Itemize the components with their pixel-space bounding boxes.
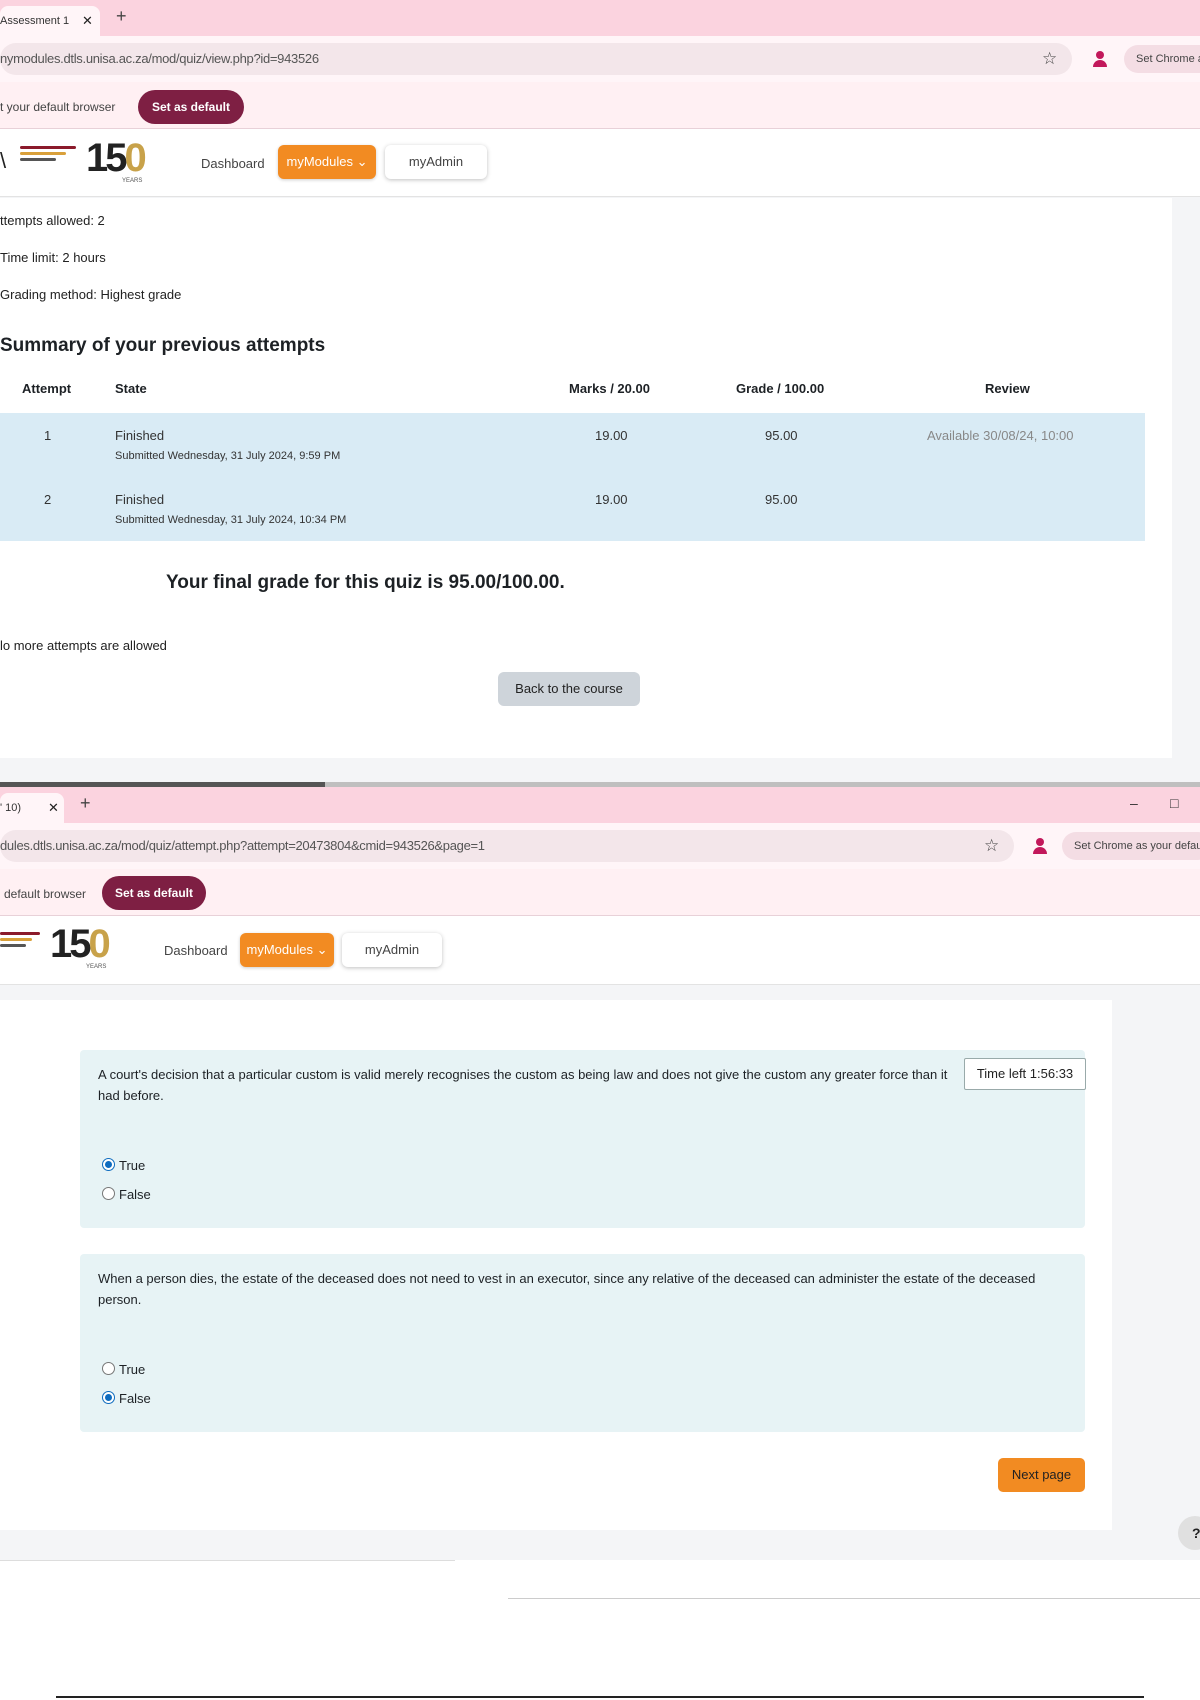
back-to-course-button[interactable]: Back to the course	[498, 672, 640, 706]
close-icon[interactable]: ✕	[48, 800, 59, 816]
radio-empty-icon[interactable]	[102, 1362, 115, 1375]
set-chrome-label: Set Chrome a	[1136, 53, 1200, 65]
close-icon[interactable]: ✕	[82, 13, 93, 29]
question-text: When a person dies, the estate of the de…	[98, 1271, 1036, 1307]
attempt-grade: 95.00	[765, 428, 798, 443]
plus-icon[interactable]: +	[116, 6, 127, 27]
plus-icon[interactable]: +	[80, 793, 91, 814]
nav-mymodules[interactable]: myModules ⌄	[278, 145, 376, 179]
set-chrome-label: Set Chrome as your defau	[1074, 840, 1200, 852]
infobar-text: t your default browser	[0, 100, 116, 114]
radio-selected-icon[interactable]	[102, 1391, 115, 1404]
tab-title: Assessment 1	[0, 15, 70, 27]
attempt-review: Available 30/08/24, 10:00	[927, 428, 1074, 443]
attempt-state: Finished	[115, 428, 165, 443]
attempts-allowed: ttempts allowed: 2	[0, 213, 105, 228]
footer-line	[0, 1560, 455, 1561]
url-text: dules.dtls.unisa.ac.za/mod/quiz/attempt.…	[0, 838, 485, 853]
option-label: True	[119, 1362, 146, 1377]
table-row: 2 Finished Submitted Wednesday, 31 July …	[0, 477, 1145, 541]
set-chrome-button[interactable]: Set Chrome as your defau	[1062, 832, 1200, 860]
nav-myadmin[interactable]: myAdmin	[342, 933, 442, 967]
header-grade: Grade / 100.00	[736, 381, 825, 396]
header-marks: Marks / 20.00	[569, 381, 650, 396]
maximize-icon[interactable]: □	[1170, 795, 1178, 811]
answer-option-true[interactable]: True	[102, 1362, 145, 1377]
address-row-1: nymodules.dtls.unisa.ac.za/mod/quiz/view…	[0, 36, 1200, 82]
logo-mark: \	[0, 148, 7, 173]
tab-strip-1: Assessment 1 ✕ +	[0, 0, 1200, 36]
final-grade: Your final grade for this quiz is 95.00/…	[166, 572, 565, 593]
question-card-2: When a person dies, the estate of the de…	[80, 1254, 1085, 1432]
attempt-state: Finished	[115, 492, 165, 507]
attempt-number: 1	[44, 428, 52, 443]
attempt-submitted: Submitted Wednesday, 31 July 2024, 10:34…	[115, 514, 347, 526]
nav-dashboard[interactable]: Dashboard	[201, 156, 265, 171]
minimize-icon[interactable]: –	[1130, 795, 1138, 811]
address-row-2: dules.dtls.unisa.ac.za/mod/quiz/attempt.…	[0, 823, 1200, 869]
150-years-logo: 150	[50, 922, 111, 966]
radio-selected-icon[interactable]	[102, 1158, 115, 1171]
tab-strip-2: ' 10) ✕ + – □	[0, 787, 1200, 823]
time-left-timer: Time left 1:56:33	[964, 1058, 1086, 1090]
set-default-button[interactable]: Set as default	[138, 90, 244, 124]
answer-option-false[interactable]: False	[102, 1391, 151, 1406]
site-navbar-2: 150 YEARS Dashboard myModules ⌄ myAdmin	[0, 918, 1200, 985]
tab-title: ' 10)	[0, 802, 22, 814]
answer-option-false[interactable]: False	[102, 1187, 151, 1202]
profile-icon[interactable]	[1032, 838, 1048, 854]
attempt-submitted: Submitted Wednesday, 31 July 2024, 9:59 …	[115, 450, 341, 462]
years-label: YEARS	[122, 178, 143, 184]
answer-option-true[interactable]: True	[102, 1158, 145, 1173]
attempt-number: 2	[44, 492, 52, 507]
attempt-marks: 19.00	[595, 492, 628, 507]
default-browser-infobar: t your default browser Set as default	[0, 82, 1200, 129]
unisa-logo[interactable]	[0, 932, 40, 950]
header-state: State	[115, 381, 147, 396]
question-text: A court's decision that a particular cus…	[98, 1067, 948, 1103]
option-label: False	[119, 1187, 151, 1202]
nav-myadmin[interactable]: myAdmin	[385, 145, 487, 179]
nav-mymodules[interactable]: myModules ⌄	[240, 933, 334, 967]
set-chrome-button[interactable]: Set Chrome a	[1124, 45, 1200, 73]
summary-heading: Summary of your previous attempts	[0, 335, 326, 356]
url-text: nymodules.dtls.unisa.ac.za/mod/quiz/view…	[0, 51, 319, 66]
grading-method: Grading method: Highest grade	[0, 287, 182, 302]
nav-dashboard[interactable]: Dashboard	[164, 943, 228, 958]
attempt-marks: 19.00	[595, 428, 628, 443]
bottom-rule	[56, 1696, 1144, 1698]
header-attempt: Attempt	[22, 381, 72, 396]
site-navbar-1: \ 150 YEARS Dashboard myModules ⌄ myAdmi…	[0, 130, 1200, 197]
question-card-1: A court's decision that a particular cus…	[80, 1050, 1085, 1228]
browser-tab[interactable]: Assessment 1 ✕	[0, 6, 100, 36]
star-icon[interactable]: ☆	[1042, 49, 1057, 69]
help-label: ?	[1192, 1525, 1200, 1541]
star-icon[interactable]: ☆	[984, 836, 999, 856]
footer-line	[508, 1598, 1200, 1599]
infobar-text: default browser	[4, 887, 87, 901]
option-label: False	[119, 1391, 151, 1406]
no-more-attempts: lo more attempts are allowed	[0, 638, 167, 653]
years-label: YEARS	[86, 964, 107, 970]
next-page-button[interactable]: Next page	[998, 1458, 1085, 1492]
time-limit: Time limit: 2 hours	[0, 250, 106, 265]
address-bar[interactable]: nymodules.dtls.unisa.ac.za/mod/quiz/view…	[0, 43, 1072, 75]
radio-empty-icon[interactable]	[102, 1187, 115, 1200]
profile-icon[interactable]	[1092, 51, 1108, 67]
address-bar[interactable]: dules.dtls.unisa.ac.za/mod/quiz/attempt.…	[0, 830, 1014, 862]
set-default-button[interactable]: Set as default	[102, 876, 206, 910]
browser-tab[interactable]: ' 10) ✕	[0, 793, 64, 823]
unisa-logo[interactable]	[20, 146, 76, 164]
header-review: Review	[985, 381, 1030, 396]
attempt-grade: 95.00	[765, 492, 798, 507]
150-years-logo: 150	[86, 136, 147, 180]
table-row: 1 Finished Submitted Wednesday, 31 July …	[0, 413, 1145, 477]
default-browser-infobar: default browser Set as default	[0, 869, 1200, 916]
option-label: True	[119, 1158, 146, 1173]
